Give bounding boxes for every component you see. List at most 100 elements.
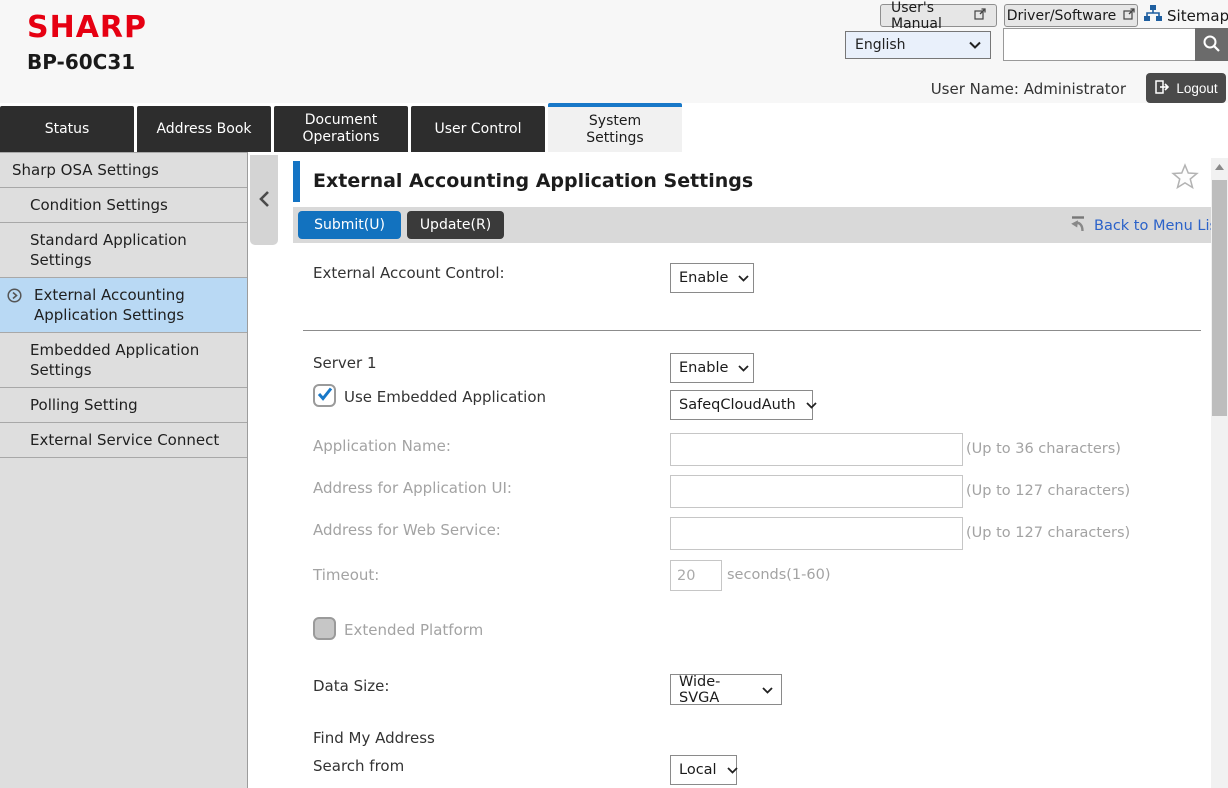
- logout-icon: [1154, 79, 1170, 98]
- data-size-select[interactable]: Wide-SVGA: [670, 674, 782, 705]
- tab-label: Document Operations: [288, 112, 394, 146]
- submit-button[interactable]: Submit(U): [298, 211, 401, 239]
- chevron-down-icon: [727, 762, 738, 778]
- vertical-scrollbar[interactable]: [1211, 158, 1228, 788]
- external-account-control-select[interactable]: Enable: [670, 263, 754, 293]
- tab-label: User Control: [435, 121, 522, 138]
- page-header: SHARP BP-60C31 User's Manual Driver/Soft…: [0, 0, 1228, 103]
- sharp-logo: SHARP: [27, 10, 147, 45]
- sidebar-item-sharp-osa-settings[interactable]: Sharp OSA Settings: [0, 152, 247, 188]
- search-icon: [1202, 34, 1221, 56]
- select-value: Enable: [679, 360, 728, 376]
- timeout-input[interactable]: [670, 560, 722, 591]
- sidebar-item-external-service-connect[interactable]: External Service Connect: [0, 423, 247, 458]
- driver-software-button[interactable]: Driver/Software: [1004, 4, 1138, 27]
- scrollbar-up-arrow[interactable]: [1211, 158, 1228, 175]
- server1-label: Server 1: [313, 354, 377, 372]
- search-input[interactable]: [1003, 28, 1196, 61]
- main-tab-bar: Status Address Book Document Operations …: [0, 103, 682, 152]
- external-link-icon: [974, 8, 986, 24]
- tab-document-operations[interactable]: Document Operations: [274, 106, 408, 152]
- address-for-application-ui-label: Address for Application UI:: [313, 479, 512, 497]
- sitemap-icon: [1144, 5, 1162, 26]
- external-account-control-label: External Account Control:: [313, 264, 505, 282]
- embedded-application-select[interactable]: SafeqCloudAuth: [670, 390, 813, 420]
- application-name-note: (Up to 36 characters): [966, 441, 1121, 457]
- sidebar-item-label: Polling Setting: [30, 396, 138, 414]
- external-link-icon: [1123, 8, 1135, 24]
- chevron-down-icon: [762, 682, 773, 698]
- tab-label: Status: [45, 121, 90, 138]
- chevron-left-icon: [259, 190, 270, 211]
- timeout-unit-note: seconds(1-60): [727, 567, 831, 583]
- sidebar-item-external-accounting-application-settings[interactable]: External Accounting Application Settings: [0, 278, 247, 333]
- users-manual-label: User's Manual: [891, 0, 967, 32]
- tab-label: System Settings: [562, 113, 668, 147]
- driver-software-label: Driver/Software: [1007, 8, 1117, 24]
- use-embedded-application-checkbox[interactable]: [313, 384, 336, 407]
- address-for-application-ui-note: (Up to 127 characters): [966, 483, 1130, 499]
- address-for-web-service-label: Address for Web Service:: [313, 521, 501, 539]
- return-arrow-icon: [1068, 214, 1088, 238]
- select-value: Local: [679, 762, 717, 778]
- use-embedded-application-label: Use Embedded Application: [344, 388, 546, 406]
- timeout-label: Timeout:: [313, 566, 379, 584]
- server1-select[interactable]: Enable: [670, 353, 754, 383]
- sidebar-item-label: External Service Connect: [30, 431, 219, 449]
- sidebar-item-standard-application-settings[interactable]: Standard Application Settings: [0, 223, 247, 278]
- find-my-address-label: Find My Address: [313, 729, 435, 747]
- sidebar-item-label: Condition Settings: [30, 196, 168, 214]
- sidebar-item-label: Embedded Application Settings: [30, 341, 199, 379]
- scrollbar-thumb[interactable]: [1212, 180, 1227, 416]
- tab-label: Address Book: [156, 121, 251, 138]
- sidebar-item-label: External Accounting Application Settings: [34, 286, 185, 324]
- checkmark-icon: [317, 387, 333, 405]
- tab-user-control[interactable]: User Control: [411, 106, 545, 152]
- extended-platform-label: Extended Platform: [344, 621, 483, 639]
- logout-label: Logout: [1176, 81, 1217, 96]
- search-button[interactable]: [1195, 28, 1228, 61]
- application-name-label: Application Name:: [313, 437, 451, 455]
- back-to-menu-list-label: Back to Menu List: [1094, 218, 1223, 234]
- sidebar-collapse-button[interactable]: [250, 155, 278, 245]
- printer-model: BP-60C31: [27, 50, 135, 74]
- update-button[interactable]: Update(R): [407, 211, 504, 239]
- select-value: Enable: [679, 270, 728, 286]
- tab-address-book[interactable]: Address Book: [137, 106, 271, 152]
- select-value: Wide-SVGA: [679, 674, 752, 706]
- application-name-input[interactable]: [670, 433, 963, 466]
- tab-system-settings[interactable]: System Settings: [548, 103, 682, 152]
- chevron-down-icon: [738, 270, 749, 286]
- tab-status[interactable]: Status: [0, 106, 134, 152]
- logout-button[interactable]: Logout: [1146, 73, 1226, 103]
- sidebar-item-embedded-application-settings[interactable]: Embedded Application Settings: [0, 333, 247, 388]
- chevron-down-icon: [969, 37, 981, 53]
- chevron-down-icon: [738, 360, 749, 376]
- sidebar-item-label: Standard Application Settings: [30, 231, 187, 269]
- sharp-web-admin-page: SHARP BP-60C31 User's Manual Driver/Soft…: [0, 0, 1228, 788]
- user-name-label: User Name: Administrator: [931, 80, 1126, 98]
- extended-platform-checkbox[interactable]: [313, 617, 336, 640]
- data-size-label: Data Size:: [313, 677, 389, 695]
- page-title: External Accounting Application Settings: [313, 170, 753, 192]
- section-divider: [303, 330, 1201, 331]
- address-for-web-service-note: (Up to 127 characters): [966, 525, 1130, 541]
- sitemap-link[interactable]: Sitemap: [1144, 4, 1228, 27]
- language-selected-value: English: [855, 37, 906, 53]
- address-for-application-ui-input[interactable]: [670, 475, 963, 508]
- search-from-select[interactable]: Local: [670, 755, 737, 785]
- select-value: SafeqCloudAuth: [679, 397, 796, 413]
- search-from-label: Search from: [313, 757, 404, 775]
- title-accent-bar: [293, 161, 300, 202]
- language-select[interactable]: English: [845, 31, 991, 59]
- sitemap-label: Sitemap: [1167, 7, 1228, 25]
- sidebar-item-condition-settings[interactable]: Condition Settings: [0, 188, 247, 223]
- settings-sidebar: Sharp OSA Settings Condition Settings St…: [0, 152, 248, 788]
- sidebar-item-label: Sharp OSA Settings: [12, 161, 159, 179]
- users-manual-button[interactable]: User's Manual: [880, 4, 997, 27]
- sidebar-item-polling-setting[interactable]: Polling Setting: [0, 388, 247, 423]
- back-to-menu-list-link[interactable]: Back to Menu List: [1068, 214, 1223, 238]
- favorite-star-icon[interactable]: [1170, 162, 1200, 196]
- address-for-web-service-input[interactable]: [670, 517, 963, 550]
- chevron-down-icon: [806, 397, 817, 413]
